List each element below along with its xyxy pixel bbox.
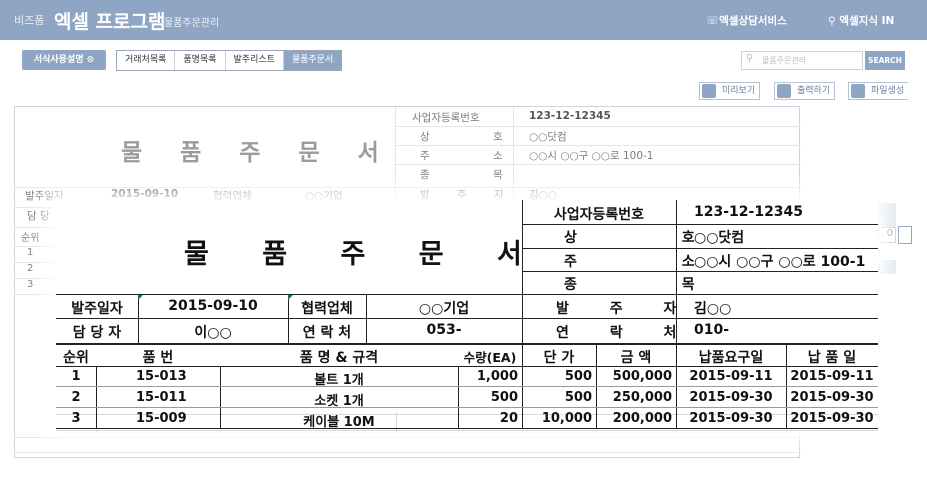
bg-row-2: 2 [27,263,34,274]
create-file-button[interactable]: 파일생성 [848,82,909,100]
printer-icon [777,84,791,98]
bg-order-date: 2015-09-10 [111,188,179,200]
table-row-amount: 250,000 [612,390,672,405]
bg-right-cell [878,203,896,227]
contact-value[interactable]: 010- [694,322,729,338]
partner-contact-label: 연 락 처 [302,325,352,341]
bg-reg-value: 123-12-12345 [529,110,611,122]
brand-small-logo: 비즈폼 [14,14,45,27]
table-row-req-date[interactable]: 2015-09-30 [676,390,786,405]
app-header: 비즈폼 엑셀 프로그램 물품주문관리 ☏엑셀상담서비스 ⚲ 엑셀지식 IN [0,0,927,40]
bg-addr-label: 주 소 [420,150,533,162]
table-row-price[interactable]: 10,000 [522,411,592,426]
monitor-icon [702,84,716,98]
table-row-name[interactable]: 볼트 1개 [220,369,458,388]
contact-label: 연 락 처 [556,325,695,341]
consult-service-link[interactable]: ☏엑셀상담서비스 [706,13,787,28]
table-row-qty[interactable]: 1,000 [458,369,518,384]
table-row-name[interactable]: 케이블 10M [220,411,458,430]
bg-right-cell-2 [878,260,896,274]
bg-manager-label: 담 당 [27,210,50,222]
orderer-label: 발 주 자 [556,301,695,317]
bg-name-label: 상 호 [420,131,533,143]
col-header-deliv-date: 납 품 일 [807,350,857,366]
business-item-label: 종 목 [564,277,745,293]
tab-order-list[interactable]: 발주리스트 [226,51,284,70]
search-icon: ⚲ [746,53,754,64]
excel-knowledge-link[interactable]: ⚲ 엑셀지식 IN [828,13,894,28]
sheet-tabs: 거래처목록 품명목록 발주리스트 물품주문서 [116,50,343,71]
table-row-qty[interactable]: 20 [458,411,518,426]
table-row-rank: 3 [71,411,81,426]
reg-number-label: 사업자등록번호 [553,207,645,223]
table-row-amount: 500,000 [612,369,672,384]
usage-guide-button[interactable]: 서식사용설명 ⊙ [22,50,106,70]
order-date-label: 발주일자 [71,301,123,317]
partner-contact-value[interactable]: 053- [366,322,522,338]
col-header-price: 단 가 [543,350,575,366]
tab-purchase-order[interactable]: 물품주문서 [283,51,342,70]
table-row-amount: 200,000 [612,411,672,426]
tab-item-list[interactable]: 품명목록 [175,51,226,70]
bg-rank-header: 순위 [21,233,40,244]
search-input[interactable]: 물품주문관리 [741,51,863,70]
preview-button[interactable]: 미리보기 [699,82,761,100]
col-header-qty: 수량(EA) [463,350,517,365]
table-row-deliv-date[interactable]: 2015-09-30 [786,411,878,426]
table-row-deliv-date[interactable]: 2015-09-30 [786,390,878,405]
table-row-price[interactable]: 500 [522,390,592,405]
address-value[interactable]: ○○시 ○○구 ○○로 100-1 [694,251,865,271]
table-row-req-date[interactable]: 2015-09-30 [676,411,786,426]
partner-value[interactable]: ○○기업 [366,298,522,318]
bg-item-label: 종 목 [420,169,533,181]
document-title: 물 품 주 문 서 [184,239,544,270]
order-date-value[interactable]: 2015-09-10 [138,298,288,314]
manager-label: 담 당 자 [72,325,122,341]
app-title[interactable]: 엑셀 프로그램 [54,7,166,34]
phone-icon: ☏ [706,15,720,27]
tab-partner-list[interactable]: 거래처목록 [117,51,176,70]
bg-row-3: 3 [27,279,34,290]
partner-label: 협력업체 [301,301,353,317]
bg-row-1: 1 [27,247,34,258]
search-button[interactable]: SEARCH [865,51,905,70]
table-row-deliv-date[interactable]: 2015-09-11 [786,369,878,384]
bg-reg-label: 사업자등록번호 [412,112,480,124]
table-row-rank: 2 [71,390,81,405]
reg-number-value[interactable]: 123-12-12345 [694,204,803,220]
calendar-icon[interactable] [898,226,912,244]
table-row-rank: 1 [71,369,81,384]
bg-addr-value: ○○시 ○○구 ○○로 100-1 [529,150,654,162]
bg-document-title: 물 품 주 문 서 [121,140,394,166]
col-header-code: 품 번 [142,350,174,366]
table-row-code[interactable]: 15-009 [136,411,187,426]
location-pin-icon: ⚲ [828,15,840,27]
bg-right-input: 0 [878,227,896,243]
bg-name-value: ○○닷컴 [529,131,567,143]
table-row-name[interactable]: 소켓 1개 [220,390,458,409]
table-row-req-date[interactable]: 2015-09-11 [676,369,786,384]
table-row-price[interactable]: 500 [522,369,592,384]
table-row-code[interactable]: 15-011 [136,390,187,405]
col-header-rank: 순위 [63,350,89,366]
table-row-qty[interactable]: 500 [458,390,518,405]
purchase-order-zoom: 물 품 주 문 서 사업자등록번호 123-12-12345 상 호 ○○닷컴 … [56,200,878,432]
print-button[interactable]: 출력하기 [774,82,836,100]
manager-value[interactable]: 이○○ [138,322,288,342]
orderer-value[interactable]: 김○○ [694,298,731,318]
col-header-name: 품 명 & 규격 [299,350,379,366]
app-subtitle: 물품주문관리 [164,18,220,29]
col-header-amount: 금 액 [620,350,652,366]
company-name-value[interactable]: ○○닷컴 [694,227,744,247]
folder-icon [851,84,865,98]
table-row-code[interactable]: 15-013 [136,369,187,384]
col-header-req-date: 납품요구일 [698,350,764,366]
